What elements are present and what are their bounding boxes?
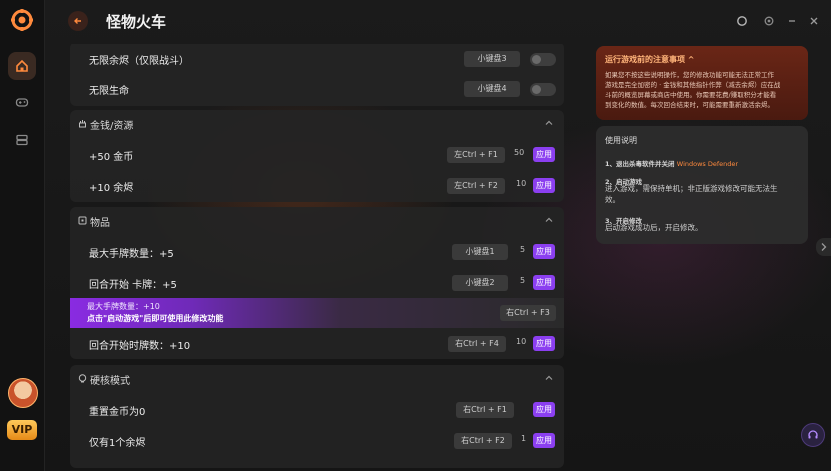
section-header[interactable]: 硬核模式 — [70, 365, 564, 393]
section-items: 物品 最大手牌数量：+5 小键盘1 5 应用 回合开始 卡牌：+5 小键盘2 5… — [70, 207, 564, 359]
hotkey-badge: 小键盘2 — [452, 275, 508, 291]
hotkey-badge: 右Ctrl + F3 — [500, 305, 556, 321]
apply-button[interactable]: 应用 — [533, 275, 555, 290]
apply-button[interactable]: 应用 — [533, 244, 555, 259]
skull-icon — [78, 374, 87, 383]
locked-hint: 点击"启动游戏"后即可使用此修改功能 — [87, 314, 224, 323]
value-readout: 10 — [516, 337, 527, 346]
notice-body: 如果您不按这些说明操作，您的修改功能可能无法正常工作 游戏是完全加密的 · 金钱… — [605, 71, 781, 109]
sidebar-item-games[interactable] — [8, 88, 36, 116]
hotkey-badge: 右Ctrl + F2 — [454, 433, 512, 449]
close-button[interactable] — [806, 13, 822, 29]
toggle-switch[interactable] — [530, 83, 556, 96]
hotkey-badge: 小键盘4 — [464, 81, 520, 97]
home-icon — [16, 59, 28, 72]
user-avatar[interactable] — [8, 378, 38, 408]
guide-step-3-body: 启动游戏成功后，开启修改。 — [605, 223, 703, 232]
guide-step-2-body: 进入游戏，需保持单机；非正版游戏修改可能无法生 效。 — [605, 184, 778, 204]
row-turn-cards-10: 回合开始时牌数：+10 右Ctrl + F4 10 应用 — [70, 329, 564, 359]
value-readout: 5 — [520, 245, 526, 254]
settings-button[interactable] — [761, 13, 777, 29]
vip-badge[interactable]: VIP — [7, 420, 37, 440]
page-title: 怪物火车 — [106, 13, 167, 31]
hotkey-badge: 左Ctrl + F1 — [447, 147, 505, 163]
close-icon — [810, 17, 818, 25]
title-bar: 怪物火车 — [44, 0, 831, 42]
apply-button[interactable]: 应用 — [533, 336, 555, 351]
section-header[interactable]: 物品 — [70, 207, 564, 235]
app-logo-icon — [11, 9, 33, 31]
value-readout: 50 — [514, 148, 525, 157]
hand-icon — [79, 120, 86, 128]
arrow-left-icon — [74, 18, 81, 24]
row-max-hand-10-locked[interactable]: 最大手牌数量：+10 点击"启动游戏"后即可使用此修改功能 右Ctrl + F3 — [70, 298, 564, 328]
sidebar-item-storage[interactable] — [8, 126, 36, 154]
row-infinite-embers: 无限余烬（仅限战斗） 小键盘3 — [70, 44, 564, 74]
box-icon — [78, 216, 87, 225]
notice-panel: 运行游戏前的注意事项 ^ 如果您不按这些说明操作，您的修改功能可能无法正常工作 … — [596, 46, 808, 120]
minimize-button[interactable] — [784, 13, 800, 29]
row-gold-50: +50 金币 左Ctrl + F1 50 应用 — [70, 140, 564, 170]
hotkey-badge: 小键盘3 — [464, 51, 520, 67]
theme-icon — [737, 16, 747, 26]
expand-panel-button[interactable] — [816, 238, 831, 256]
section-hardcore: 硬核模式 重置金币为0 右Ctrl + F1 应用 仅有1个余烬 右Ctrl +… — [70, 365, 564, 468]
apply-button[interactable]: 应用 — [533, 433, 555, 448]
section-header[interactable]: 金钱/资源 — [70, 110, 564, 138]
section-money: 金钱/资源 +50 金币 左Ctrl + F1 50 应用 +10 余烬 左Ct… — [70, 110, 564, 202]
row-infinite-life: 无限生命 小键盘4 — [70, 74, 564, 104]
row-one-ember: 仅有1个余烬 右Ctrl + F2 1 应用 — [70, 426, 564, 456]
theme-button[interactable] — [734, 13, 750, 29]
chevron-right-icon — [821, 243, 827, 251]
notice-title: 运行游戏前的注意事项 ^ — [605, 55, 695, 64]
hotkey-badge: 小键盘1 — [452, 244, 508, 260]
guide-panel: 使用说明 1、退出杀毒软件并关闭 Windows Defender 2、启动游戏… — [596, 126, 808, 244]
guide-title: 使用说明 — [605, 136, 637, 145]
storage-icon — [16, 134, 28, 146]
toggle-switch[interactable] — [530, 53, 556, 66]
row-turn-cards-5: 回合开始 卡牌：+5 小键盘2 5 应用 — [70, 268, 564, 298]
sidebar: VIP — [0, 0, 45, 471]
cheat-list: 无限余烬（仅限战斗） 小键盘3 无限生命 小键盘4 金钱/资源 +50 金币 左… — [70, 44, 564, 468]
value-readout: 10 — [516, 179, 527, 188]
guide-step-1: 1、退出杀毒软件并关闭 Windows Defender — [605, 160, 739, 168]
section-general: 无限余烬（仅限战斗） 小键盘3 无限生命 小键盘4 — [70, 44, 564, 106]
sidebar-item-home[interactable] — [8, 52, 36, 80]
headset-icon — [808, 430, 818, 439]
gear-icon — [764, 16, 774, 26]
back-button[interactable] — [68, 11, 88, 31]
chevron-up-icon — [545, 120, 553, 125]
row-max-hand-5: 最大手牌数量：+5 小键盘1 5 应用 — [70, 237, 564, 267]
apply-button[interactable]: 应用 — [533, 178, 555, 193]
chevron-up-icon — [545, 375, 553, 380]
hotkey-badge: 右Ctrl + F4 — [448, 336, 506, 352]
row-reset-gold: 重置金币为0 右Ctrl + F1 应用 — [70, 395, 564, 425]
apply-button[interactable]: 应用 — [533, 147, 555, 162]
support-button[interactable] — [801, 423, 825, 447]
gamepad-icon — [15, 98, 29, 107]
hotkey-badge: 右Ctrl + F1 — [456, 402, 514, 418]
value-readout: 5 — [520, 276, 526, 285]
apply-button[interactable]: 应用 — [533, 402, 555, 417]
hotkey-badge: 左Ctrl + F2 — [447, 178, 505, 194]
chevron-up-icon — [545, 217, 553, 222]
value-readout: 1 — [521, 434, 527, 443]
minimize-icon — [789, 20, 795, 22]
row-embers-10: +10 余烬 左Ctrl + F2 10 应用 — [70, 171, 564, 201]
